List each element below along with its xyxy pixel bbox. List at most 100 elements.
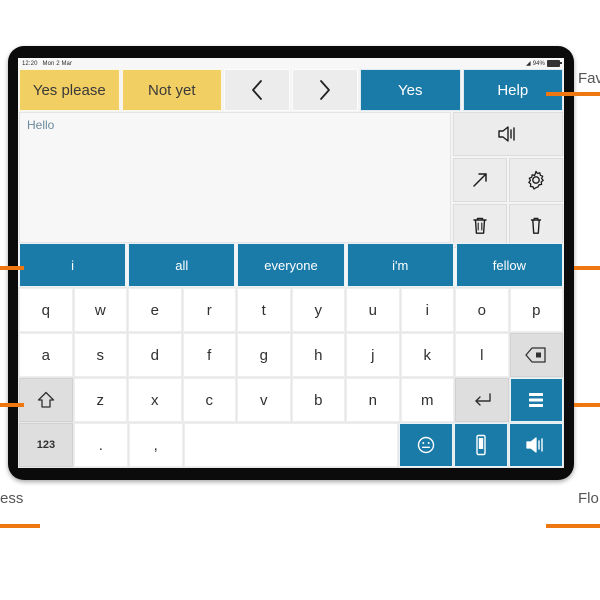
numeric-key[interactable]: 123 [19,423,73,467]
callout-line-flow-bottom [546,524,600,528]
status-bar-time: 12:20 [22,60,38,67]
backspace-key[interactable] [509,333,563,377]
prediction-word-2[interactable]: all [128,243,236,287]
keyboard-row-3: z x c v b n m [19,378,563,422]
callout-line-menu-left [0,403,24,407]
tool-row-2 [453,204,563,248]
prediction-word-4[interactable]: i'm [346,243,454,287]
quick-phrase-bar: Yes please Not yet Yes Help [18,69,564,111]
wifi-icon: ◢ [525,60,531,67]
key-y[interactable]: y [291,288,345,332]
emoji-icon [416,435,436,455]
key-k[interactable]: k [400,333,454,377]
word-prediction-bar: i all everyone i'm fellow [18,243,564,287]
key-t[interactable]: t [237,288,291,332]
key-f[interactable]: f [182,333,236,377]
keyboard-row-1: q w e r t y u i o p [19,288,563,332]
settings-button[interactable] [509,158,563,202]
key-z[interactable]: z [73,378,127,422]
help-button[interactable]: Help [462,69,563,111]
expand-button[interactable] [453,158,507,202]
emoji-key[interactable] [399,423,454,467]
key-p[interactable]: p [509,288,563,332]
clear-all-button[interactable] [509,204,563,248]
annotation-favourites: Fav [578,70,600,87]
forward-button[interactable] [292,69,358,111]
device-key[interactable] [454,423,509,467]
help-button-label: Help [497,81,529,99]
callout-line-menu-right [574,403,600,407]
keyboard-row-4: 123 . , [19,423,563,467]
tablet-screen: 12:20 Mon 2 Mar ◢ 94% Yes please Not yet [18,58,564,468]
speaker-icon [496,124,520,144]
backspace-icon [525,347,547,363]
menu-key[interactable] [509,378,563,422]
callout-line-press-bottom [0,524,40,528]
status-bar: 12:20 Mon 2 Mar ◢ 94% [18,58,564,69]
quick-phrase-yes-please-label: Yes please [32,81,106,99]
key-x[interactable]: x [128,378,182,422]
key-n[interactable]: n [346,378,400,422]
key-i[interactable]: i [400,288,454,332]
back-button[interactable] [224,69,290,111]
battery-icon [547,60,562,67]
key-c[interactable]: c [182,378,236,422]
prediction-word-1[interactable]: i [19,243,127,287]
status-bar-date: Mon 2 Mar [42,60,73,67]
enter-icon [472,392,492,408]
space-key[interactable] [183,423,399,467]
quick-phrase-yes[interactable]: Yes [360,69,461,111]
annotation-press: ess [0,490,24,507]
delete-word-button[interactable] [453,204,507,248]
prediction-word-5[interactable]: fellow [455,243,564,287]
tool-column [453,112,563,248]
quick-phrase-not-yet-label: Not yet [147,81,196,99]
prediction-word-3[interactable]: everyone [237,243,345,287]
key-l[interactable]: l [455,333,509,377]
speak-button[interactable] [453,112,563,156]
status-bar-battery-label: 94% [532,60,545,67]
annotation-flow: Flo [578,490,599,507]
key-e[interactable]: e [128,288,182,332]
composer-row: Hello [18,111,564,248]
on-screen-keyboard: q w e r t y u i o p a s d f g h j k l z … [18,287,564,468]
key-d[interactable]: d [128,333,182,377]
key-w[interactable]: w [73,288,127,332]
speak-key[interactable] [509,423,563,467]
message-input[interactable]: Hello [19,112,451,243]
device-icon [473,434,489,456]
shift-icon [37,391,55,409]
enter-key[interactable] [455,378,509,422]
trash-icon [470,215,490,237]
tablet-device-frame: 12:20 Mon 2 Mar ◢ 94% Yes please Not yet [8,46,574,480]
key-h[interactable]: h [291,333,345,377]
hamburger-menu-icon [526,391,546,409]
comma-key[interactable]: , [128,423,183,467]
callout-line-predictions-right [574,266,600,270]
arrow-out-icon [469,169,491,191]
key-o[interactable]: o [455,288,509,332]
key-m[interactable]: m [400,378,454,422]
key-s[interactable]: s [73,333,127,377]
tool-row-1 [453,158,563,202]
callout-line-favourites-right [546,92,600,96]
key-r[interactable]: r [182,288,236,332]
gear-icon [525,169,547,191]
key-a[interactable]: a [19,333,73,377]
key-b[interactable]: b [291,378,345,422]
quick-phrase-not-yet[interactable]: Not yet [121,69,222,111]
key-q[interactable]: q [19,288,73,332]
key-u[interactable]: u [346,288,400,332]
chevron-left-icon [250,79,264,101]
speaker-icon [524,435,548,455]
quick-phrase-yes-label: Yes [398,81,423,99]
trash-slim-icon [526,215,546,237]
period-key[interactable]: . [73,423,128,467]
quick-phrase-yes-please[interactable]: Yes please [19,69,120,111]
chevron-right-icon [318,79,332,101]
key-g[interactable]: g [237,333,291,377]
key-j[interactable]: j [346,333,400,377]
shift-key[interactable] [19,378,73,422]
key-v[interactable]: v [237,378,291,422]
keyboard-row-2: a s d f g h j k l [19,333,563,377]
